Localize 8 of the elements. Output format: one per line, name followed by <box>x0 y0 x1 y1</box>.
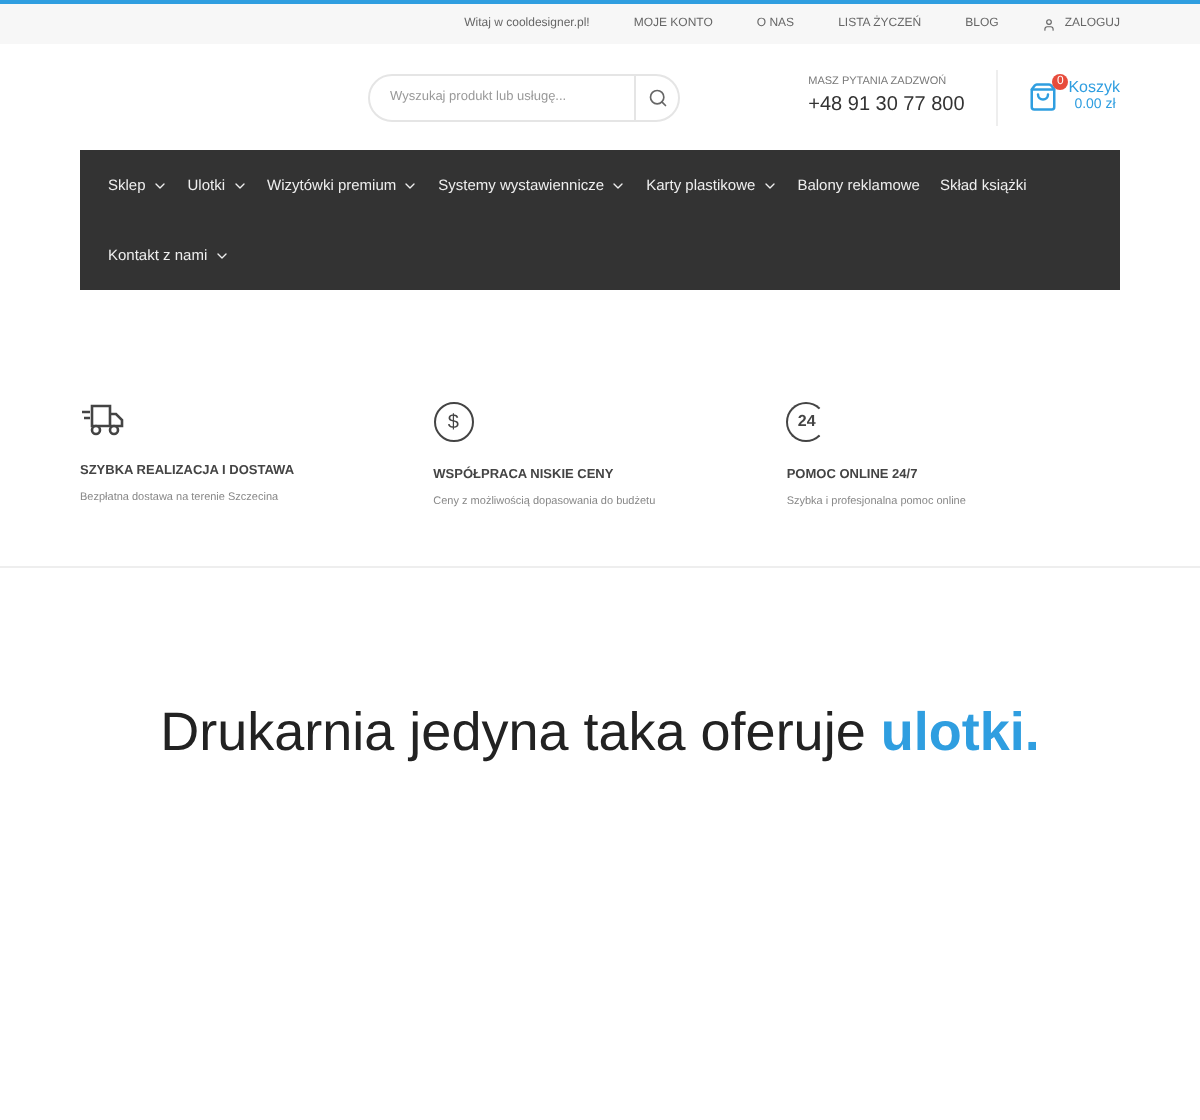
cart-icon[interactable] <box>1028 82 1059 112</box>
search-icon <box>647 87 668 107</box>
phone-number: +48 91 30 77 800 <box>808 92 965 121</box>
search-button[interactable] <box>636 73 681 121</box>
hero-heading: Drukarnia jedyna taka oferuje ulotki. <box>160 700 1040 766</box>
dollar-coin-icon: $ <box>433 402 474 442</box>
user-icon <box>1042 17 1057 31</box>
truck-icon <box>80 402 124 438</box>
